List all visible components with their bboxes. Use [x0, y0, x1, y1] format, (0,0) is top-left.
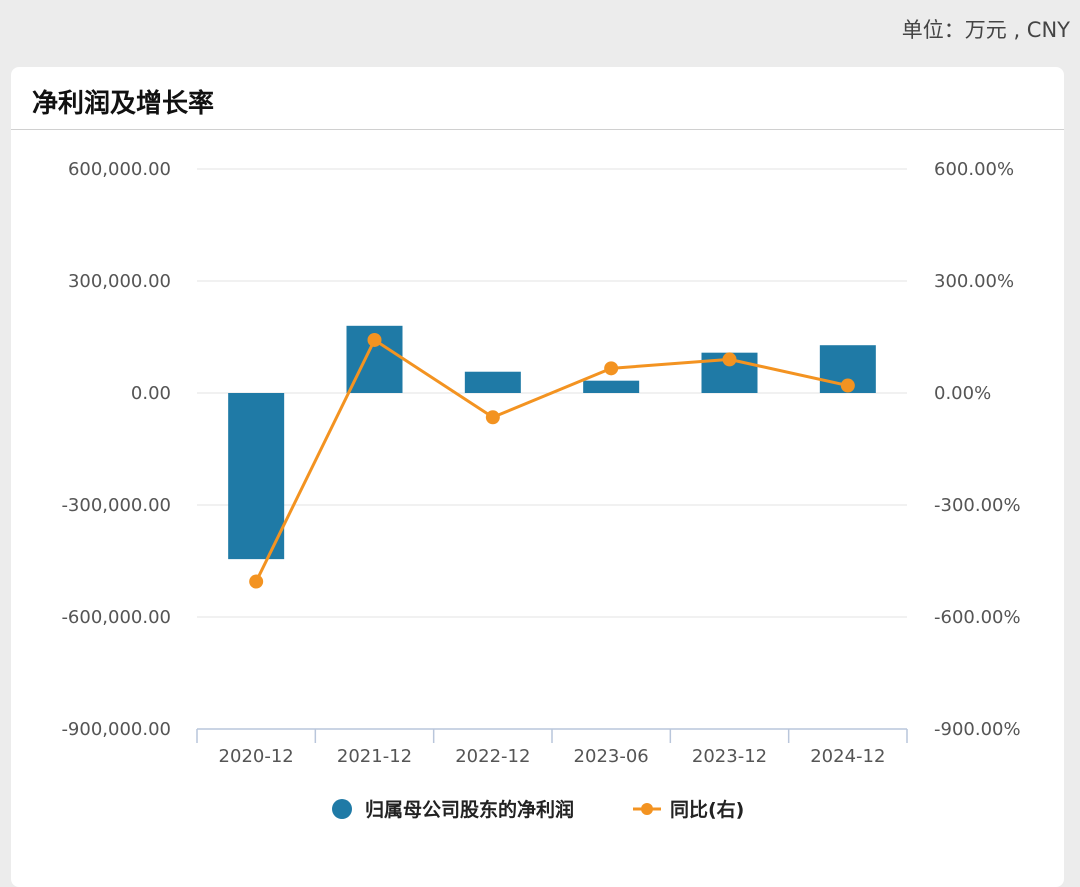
line-series — [249, 332, 855, 589]
left-tick-label: 600,000.00 — [68, 159, 171, 180]
unit-label: 单位：万元 , CNY — [901, 18, 1070, 42]
left-tick-label: 0.00 — [131, 383, 171, 404]
x-tick-label: 2021-12 — [337, 746, 412, 767]
chart-svg: 600,000.00 300,000.00 0.00 -300,000.00 -600,… — [61, 159, 1021, 821]
right-tick-label: -900.00% — [934, 719, 1021, 740]
legend-bar-marker[interactable] — [332, 799, 352, 819]
yoy-line — [254, 338, 849, 583]
left-tick-label: 300,000.00 — [68, 271, 171, 292]
bar — [583, 380, 640, 393]
legend-line-label[interactable]: 同比(右) — [670, 798, 744, 821]
x-tick-label: 2023-12 — [692, 746, 767, 767]
yoy-point — [840, 378, 855, 393]
x-tick-label: 2022-12 — [455, 746, 530, 767]
right-tick-label: -600.00% — [934, 607, 1021, 628]
legend-line-dot[interactable] — [641, 803, 653, 815]
right-tick-label: -300.00% — [934, 495, 1021, 516]
yoy-point — [722, 352, 737, 367]
x-tick-label: 2020-12 — [219, 746, 294, 767]
right-tick-label: 600.00% — [934, 159, 1014, 180]
bar — [228, 393, 285, 560]
right-tick-label: 0.00% — [934, 383, 991, 404]
left-tick-label: -300,000.00 — [61, 495, 171, 516]
x-tick-label: 2023-06 — [574, 746, 649, 767]
legend-bar-label[interactable]: 归属母公司股东的净利润 — [365, 798, 574, 821]
left-tick-label: -600,000.00 — [61, 607, 171, 628]
chart-card: 净利润及增长率 600,000.00 300,000.00 0.00 -300,000… — [11, 67, 1064, 887]
left-axis-ticks: 600,000.00 300,000.00 0.00 -300,000.00 -600,… — [61, 159, 171, 740]
yoy-point — [485, 410, 500, 425]
yoy-point — [249, 574, 264, 589]
yoy-point — [604, 361, 619, 376]
x-tick-label: 2024-12 — [810, 746, 885, 767]
right-tick-label: 300.00% — [934, 271, 1014, 292]
legend: 归属母公司股东的净利润 同比(右) — [332, 798, 744, 821]
left-tick-label: -900,000.00 — [61, 719, 171, 740]
right-axis-ticks: 600.00% 300.00% 0.00% -300.00% -600.00% -900.… — [934, 159, 1021, 740]
yoy-point — [367, 332, 382, 347]
bar — [464, 371, 521, 393]
x-axis: 2020-12 2021-12 2022-12 2023-06 2023-12 2024-… — [196, 728, 908, 767]
